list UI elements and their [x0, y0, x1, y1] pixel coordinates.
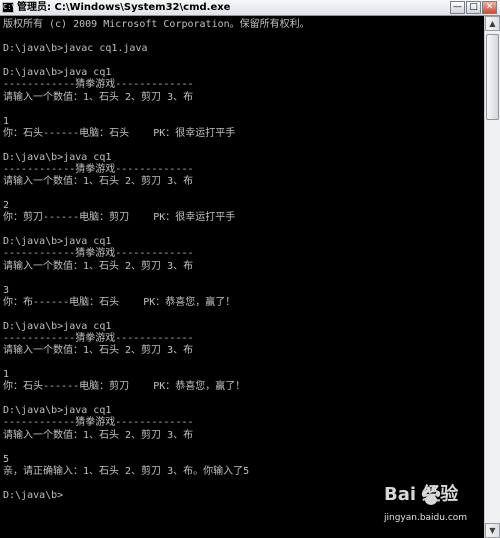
cmd-icon[interactable]: C:\: [2, 2, 16, 13]
console-line: 请输入一个数值：1、石头 2、剪刀 3、布: [3, 430, 194, 441]
console-line: ------------猜拳游戏-------------: [3, 79, 194, 90]
console-line: ------------猜拳游戏-------------: [3, 417, 194, 428]
cmd-window: C:\ 管理员: C:\Windows\System32\cmd.exe — □…: [0, 0, 500, 538]
console-line: 你：剪刀------电脑：剪刀 PK：很幸运打平手: [3, 212, 236, 223]
console-line: 请输入一个数值：1、石头 2、剪刀 3、布: [3, 176, 194, 187]
console-line: 请输入一个数值：1、石头 2、剪刀 3、布: [3, 345, 194, 356]
baidu-paw-icon: [421, 486, 441, 505]
console-line: 请输入一个数值：1、石头 2、剪刀 3、布: [3, 261, 194, 272]
baidu-jingyan-watermark: Bai 经验 jingyan.baidu.com: [384, 481, 488, 533]
close-button[interactable]: ✕: [482, 1, 497, 14]
minimize-button[interactable]: —: [450, 1, 465, 14]
window-title: 管理员: C:\Windows\System32\cmd.exe: [17, 2, 231, 13]
console-line: 你：石头------电脑：剪刀 PK：恭喜您，赢了！: [3, 381, 246, 392]
watermark-url: jingyan.baidu.com: [384, 513, 468, 523]
title-bar[interactable]: C:\ 管理员: C:\Windows\System32\cmd.exe — □…: [0, 0, 500, 16]
maximize-button[interactable]: □: [466, 1, 481, 14]
console-line: ------------猜拳游戏-------------: [3, 248, 194, 259]
scrollbar-thumb[interactable]: [486, 34, 499, 120]
console-prompt: D:\java\b>: [3, 490, 64, 501]
vertical-scrollbar[interactable]: ▲ ▼: [484, 16, 500, 538]
console-line: 亲，请正确输入：1、石头 2、剪刀 3、布。你输入了5: [3, 466, 250, 477]
scroll-up-button[interactable]: ▲: [485, 16, 500, 31]
console-line: 你：石头------电脑：石头 PK：很幸运打平手: [3, 128, 236, 139]
console-line: 请输入一个数值：1、石头 2、剪刀 3、布: [3, 92, 194, 103]
console-line: 版权所有 (c) 2009 Microsoft Corporation。保留所有…: [3, 19, 310, 30]
console-line: D:\java\b>javac cq1.java: [3, 43, 148, 54]
console-line: 你：布------电脑：石头 PK：恭喜您，赢了！: [3, 297, 236, 308]
console-output[interactable]: 版权所有 (c) 2009 Microsoft Corporation。保留所有…: [0, 16, 484, 538]
